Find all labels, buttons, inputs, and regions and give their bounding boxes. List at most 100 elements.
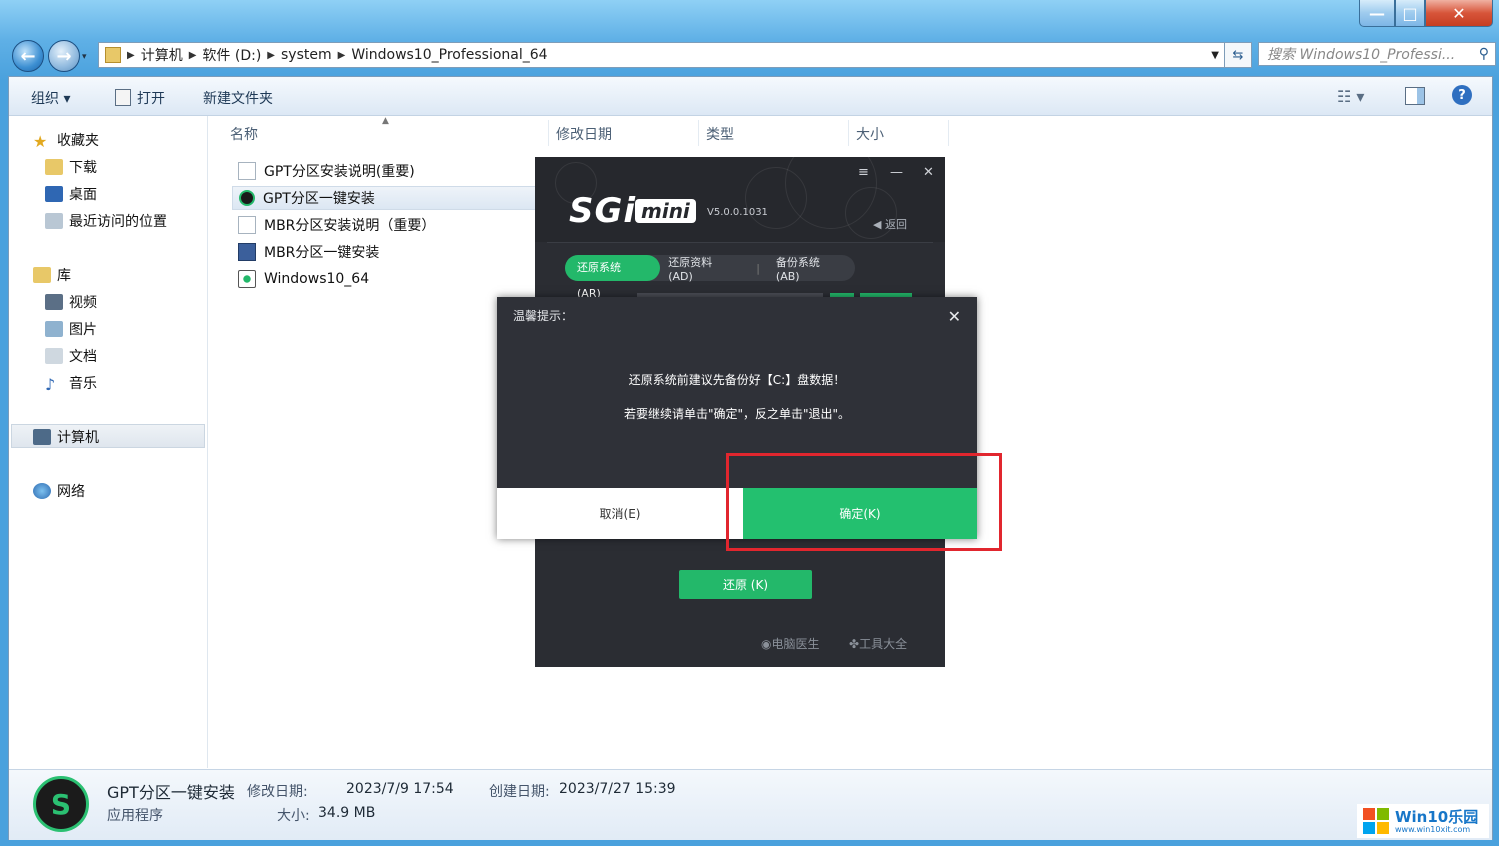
toolbox-icon: ✤ (849, 637, 860, 651)
column-divider[interactable] (548, 120, 549, 146)
toolbox-link[interactable]: ✤工具大全 (849, 635, 907, 652)
preview-pane-icon[interactable] (1405, 87, 1425, 105)
list-item[interactable]: MBR分区一键安装 (232, 240, 538, 264)
breadcrumb-system[interactable]: system (281, 47, 332, 63)
minimize-button[interactable]: — (1359, 0, 1395, 27)
music-library-icon: ♪ (45, 375, 56, 394)
search-icon[interactable]: ⚲ (1479, 46, 1489, 62)
red-highlight-box (726, 453, 1002, 551)
column-header-size[interactable]: 大小 (856, 124, 884, 144)
sort-ascending-icon: ▲ (382, 116, 389, 126)
breadcrumb-chevron-icon: ▶ (188, 49, 197, 61)
sgi-app-large-icon: S (33, 776, 89, 832)
sidebar-item-favorites[interactable]: ★ 收藏夹 (33, 130, 99, 151)
breadcrumb-current-folder[interactable]: Windows10_Professional_64 (351, 47, 547, 63)
sidebar-item-libraries[interactable]: 库 (33, 265, 71, 285)
list-item[interactable]: Windows10_64 (232, 267, 538, 291)
close-button[interactable]: ✕ (1425, 0, 1493, 27)
open-icon (115, 89, 131, 106)
folder-icon (105, 47, 121, 63)
details-size-value: 34.9 MB (318, 805, 376, 821)
refresh-button[interactable]: ⇆ (1224, 42, 1252, 68)
tab-backup-system[interactable]: 备份系统 (AB) (768, 254, 855, 283)
sidebar-item-documents[interactable]: 文档 (45, 346, 97, 366)
column-header-name[interactable]: 名称 (230, 124, 258, 144)
computer-icon (33, 429, 51, 445)
back-arrow-icon: ← (20, 45, 36, 67)
tab-restore-data[interactable]: 还原资料 (AD) (660, 254, 748, 283)
sgi-back-button[interactable]: ◀ 返回 (873, 216, 907, 232)
dialog-title: 温馨提示： (513, 309, 574, 323)
search-placeholder: 搜索 Windows10_Professi... (1267, 47, 1456, 63)
image-file-icon (238, 270, 256, 288)
forward-arrow-icon: → (56, 45, 72, 67)
view-options-icon[interactable]: ☷ ▾ (1337, 87, 1364, 106)
sidebar-item-recent[interactable]: 最近访问的位置 (45, 211, 167, 231)
sidebar-item-network[interactable]: 网络 (33, 481, 85, 501)
downloads-folder-icon (45, 159, 63, 175)
sidebar-item-videos[interactable]: 视频 (45, 292, 97, 312)
sidebar-item-downloads[interactable]: 下载 (45, 157, 97, 177)
details-created-label: 创建日期: (489, 784, 550, 800)
text-file-icon (238, 162, 256, 180)
sgi-mini-badge: mini (635, 199, 696, 223)
library-icon (33, 267, 51, 283)
sidebar-item-music[interactable]: ♪ 音乐 (45, 373, 97, 394)
recent-places-icon (45, 213, 63, 229)
sgi-minimize-icon[interactable]: — (890, 165, 903, 180)
text-file-icon (238, 216, 256, 234)
installer-app-icon (238, 243, 256, 261)
open-button[interactable]: 打开 (137, 88, 165, 108)
forward-button[interactable]: → (48, 40, 80, 72)
address-bar[interactable]: ▶ 计算机 ▶ 软件 (D:) ▶ system ▶ Windows10_Pro… (98, 42, 1226, 68)
sgi-close-icon[interactable]: ✕ (923, 165, 934, 180)
search-input[interactable]: 搜索 Windows10_Professi... ⚲ (1258, 42, 1496, 66)
column-divider[interactable] (848, 120, 849, 146)
tab-restore-system[interactable]: 还原系统 (AR) (565, 255, 661, 300)
details-file-type: 应用程序 (107, 808, 163, 824)
details-size-label: 大小: (277, 808, 310, 824)
network-icon (33, 483, 51, 499)
sgi-header: SGi mini V5.0.0.1031 ≡ — ✕ ◀ 返回 (535, 157, 945, 242)
organize-button[interactable]: 组织 ▾ (31, 88, 70, 108)
maximize-button[interactable]: □ (1395, 0, 1425, 27)
sgi-tab-bar: 还原系统 (AR) 还原资料 (AD) | 备份系统 (AB) (565, 254, 855, 300)
column-divider[interactable] (698, 120, 699, 146)
navigation-row: ← → ▾ ▶ 计算机 ▶ 软件 (D:) ▶ system ▶ Windows… (10, 38, 1498, 72)
address-dropdown-icon[interactable]: ▼ (1211, 50, 1219, 61)
list-item-selected[interactable]: GPT分区一键安装 (232, 186, 538, 210)
list-item[interactable]: GPT分区安装说明(重要) (232, 159, 538, 183)
column-header-type[interactable]: 类型 (706, 124, 734, 144)
star-icon: ★ (33, 132, 48, 151)
desktop-icon (45, 186, 63, 202)
pc-doctor-link[interactable]: ◉电脑医生 (761, 635, 820, 652)
sgi-logo: SGi (569, 191, 637, 231)
sgi-version: V5.0.0.1031 (707, 207, 768, 218)
column-header-modified[interactable]: 修改日期 (556, 124, 612, 144)
watermark-url: www.win10xit.com (1395, 824, 1471, 834)
pictures-library-icon (45, 321, 63, 337)
back-circle-icon: ◀ (873, 218, 885, 231)
sidebar-item-pictures[interactable]: 图片 (45, 319, 97, 339)
sgi-app-icon (239, 190, 255, 206)
breadcrumb-chevron-icon: ▶ (267, 49, 275, 61)
sidebar-item-computer[interactable]: 计算机 (33, 427, 99, 447)
doctor-icon: ◉ (761, 637, 772, 651)
details-pane: S GPT分区一键安装 应用程序 修改日期: 2023/7/9 17:54 大小… (9, 769, 1492, 840)
dialog-close-icon[interactable]: ✕ (948, 307, 961, 326)
window-controls: — □ ✕ (1359, 0, 1493, 27)
history-dropdown-icon[interactable]: ▾ (82, 52, 87, 62)
sidebar-item-desktop[interactable]: 桌面 (45, 184, 97, 204)
cancel-button[interactable]: 取消(E) (497, 488, 743, 539)
help-icon[interactable]: ? (1452, 85, 1472, 105)
new-folder-button[interactable]: 新建文件夹 (203, 88, 273, 108)
back-button[interactable]: ← (12, 40, 44, 72)
details-file-name: GPT分区一键安装 (107, 783, 235, 802)
restore-button[interactable]: 还原 (K) (679, 570, 812, 599)
sgi-menu-icon[interactable]: ≡ (858, 165, 869, 180)
details-created-value: 2023/7/27 15:39 (559, 781, 676, 797)
breadcrumb-drive-d[interactable]: 软件 (D:) (202, 45, 261, 65)
column-divider[interactable] (948, 120, 949, 146)
breadcrumb-computer[interactable]: 计算机 (141, 45, 183, 65)
list-item[interactable]: MBR分区安装说明（重要） (232, 213, 538, 237)
